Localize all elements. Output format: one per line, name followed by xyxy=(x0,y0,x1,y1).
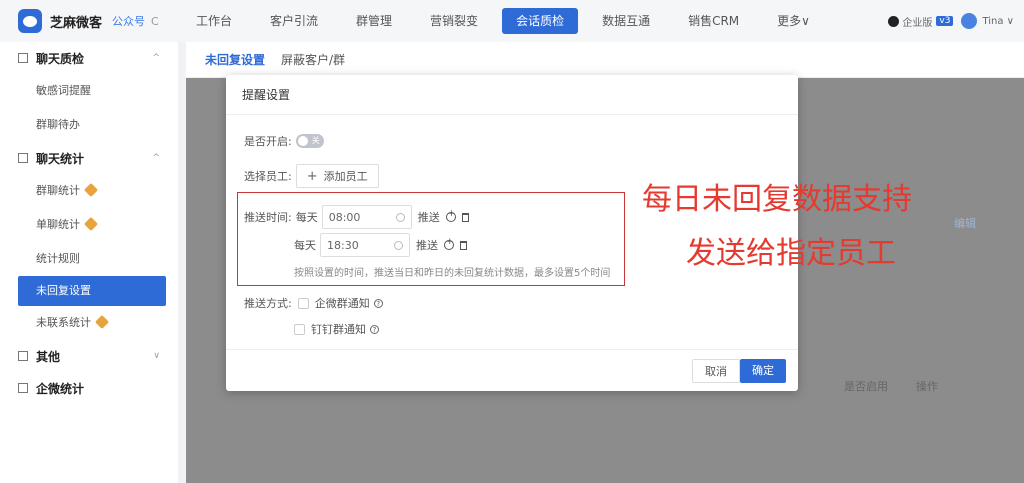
sidebar-item-label: 群聊统计 xyxy=(36,184,80,197)
push-method-row-2: 钉钉群通知 ? xyxy=(294,321,379,337)
stats-icon xyxy=(18,153,28,163)
other-icon xyxy=(18,351,28,361)
version-badge: v3 xyxy=(936,16,954,26)
dialog-title: 提醒设置 xyxy=(226,75,798,115)
wecom-notify-checkbox[interactable] xyxy=(297,297,309,309)
tab-no-reply-settings[interactable]: 未回复设置 xyxy=(205,51,265,68)
dingtalk-notify-label: 钉钉群通知 xyxy=(311,323,366,336)
chevron-up-icon: ^ xyxy=(152,153,160,163)
staff-label: 选择员工: xyxy=(244,170,292,183)
tab-bar: 未回复设置 屏蔽客户/群 xyxy=(186,42,1024,78)
sidebar-item-single-stats[interactable]: 单聊统计 xyxy=(0,208,178,242)
nav-group-management[interactable]: 群管理 xyxy=(342,8,406,34)
edition-label: 企业版 xyxy=(902,17,933,29)
help-icon[interactable]: ? xyxy=(370,324,379,334)
brand-logo-icon xyxy=(18,9,42,33)
vip-icon xyxy=(83,182,99,198)
sidebar-item-label: 未联系统计 xyxy=(36,316,91,329)
sidebar-group-label: 聊天统计 xyxy=(36,151,85,166)
sidebar-group-wecom-stats[interactable]: 企微统计 xyxy=(0,372,178,404)
staff-row: 选择员工: + 添加员工 xyxy=(244,164,379,188)
nav-more[interactable]: 更多∨ xyxy=(763,8,824,34)
nav-marketing[interactable]: 营销裂变 xyxy=(416,8,492,34)
dialog-footer: 取消 确定 xyxy=(226,349,798,391)
help-icon[interactable]: ? xyxy=(373,298,383,308)
background-edit-link: 编辑 xyxy=(954,217,976,230)
chevron-down-icon: ∨ xyxy=(153,351,160,361)
avatar[interactable] xyxy=(961,13,978,29)
toggle-state-text: 关 xyxy=(311,136,320,145)
vip-icon xyxy=(83,216,99,232)
enable-row: 是否开启: 关 xyxy=(244,133,324,149)
sidebar-group-label: 其他 xyxy=(36,349,61,364)
main-nav: 工作台 客户引流 群管理 营销裂变 会话质检 数据互通 销售CRM 更多∨ xyxy=(182,8,834,34)
sidebar-item-stats-rules[interactable]: 统计规则 xyxy=(0,242,178,276)
nav-workbench[interactable]: 工作台 xyxy=(182,8,246,34)
confirm-button[interactable]: 确定 xyxy=(740,359,786,383)
sidebar-group-other[interactable]: 其他 ∨ xyxy=(0,340,178,372)
cancel-button[interactable]: 取消 xyxy=(692,359,740,383)
nav-sales-crm[interactable]: 销售CRM xyxy=(674,8,753,34)
tab-blocked-customers[interactable]: 屏蔽客户/群 xyxy=(281,51,345,68)
brand: 芝麻微客 公众号 C xyxy=(0,9,178,33)
sidebar-group-label: 企微统计 xyxy=(36,381,85,396)
sidebar-item-group-todo[interactable]: 群聊待办 xyxy=(0,108,178,142)
plus-icon: + xyxy=(306,168,318,184)
enterprise-icon xyxy=(888,15,900,27)
annotation-line-1: 每日未回复数据支持 xyxy=(642,182,912,217)
toggle-knob xyxy=(297,136,308,146)
add-staff-label: 添加员工 xyxy=(323,170,368,183)
inspection-icon xyxy=(18,53,28,63)
sidebar-group-chat-inspection[interactable]: 聊天质检 ^ xyxy=(0,42,178,74)
sidebar-item-no-reply-settings[interactable]: 未回复设置 xyxy=(18,276,166,306)
chevron-up-icon: ^ xyxy=(152,53,160,63)
wecom-icon xyxy=(18,383,28,393)
top-bar: 芝麻微客 公众号 C 工作台 客户引流 群管理 营销裂变 会话质检 数据互通 销… xyxy=(0,0,1024,42)
brand-name: 芝麻微客 xyxy=(50,15,103,31)
add-staff-button[interactable]: + 添加员工 xyxy=(295,164,379,188)
sidebar-item-group-stats[interactable]: 群聊统计 xyxy=(0,174,178,208)
user-menu[interactable]: Tina ∨ xyxy=(982,16,1014,27)
enable-label: 是否开启: xyxy=(244,135,292,148)
nav-session-quality[interactable]: 会话质检 xyxy=(502,8,579,34)
nav-customer-acquisition[interactable]: 客户引流 xyxy=(256,8,332,34)
brand-account-switch[interactable]: 公众号 xyxy=(112,13,145,29)
push-method-row-1: 推送方式: 企微群通知 ? xyxy=(244,295,383,311)
sidebar: 聊天质检 ^ 敏感词提醒 群聊待办 聊天统计 ^ 群聊统计 单聊统计 统计规则 … xyxy=(0,42,178,483)
background-col-enabled: 是否启用 xyxy=(844,380,888,393)
vip-icon xyxy=(94,314,110,330)
push-method-label: 推送方式: xyxy=(244,297,292,310)
annotation-line-2: 发送给指定员工 xyxy=(686,236,896,271)
sidebar-group-label: 聊天质检 xyxy=(36,51,85,66)
wecom-notify-label: 企微群通知 xyxy=(314,297,370,310)
sidebar-group-chat-stats[interactable]: 聊天统计 ^ xyxy=(0,142,178,174)
sidebar-item-no-contact-stats[interactable]: 未联系统计 xyxy=(0,306,178,340)
enable-toggle[interactable]: 关 xyxy=(295,134,324,148)
sidebar-item-sensitive-words[interactable]: 敏感词提醒 xyxy=(0,74,178,108)
sidebar-item-label: 单聊统计 xyxy=(36,218,80,231)
dingtalk-notify-checkbox[interactable] xyxy=(294,323,305,335)
background-col-action: 操作 xyxy=(916,380,938,393)
nav-data-sync[interactable]: 数据互通 xyxy=(588,8,664,34)
account-area: 企业版 v3 Tina ∨ xyxy=(888,0,1014,42)
brand-extra[interactable]: C xyxy=(151,15,159,28)
highlight-box xyxy=(237,192,625,286)
